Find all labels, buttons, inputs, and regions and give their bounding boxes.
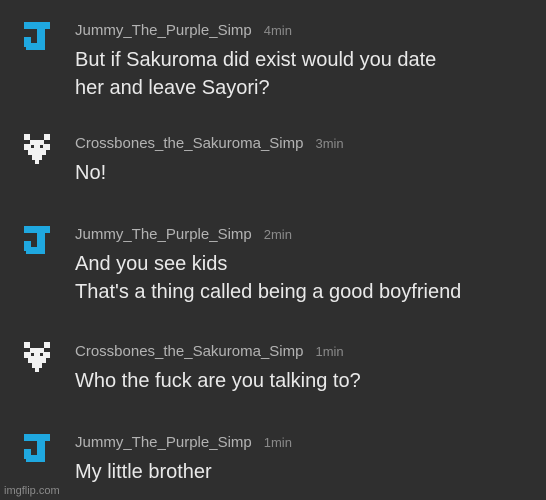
imgflip-watermark: imgflip.com (4, 485, 60, 497)
avatar[interactable] (22, 133, 52, 165)
blue-j-icon (24, 22, 50, 50)
avatar[interactable] (22, 224, 52, 256)
comment-text: But if Sakuroma did exist would you date… (75, 46, 535, 102)
username[interactable]: Jummy_The_Purple_Simp (75, 22, 252, 39)
comment-line: But if Sakuroma did exist would you date (75, 49, 437, 71)
username[interactable]: Jummy_The_Purple_Simp (75, 226, 252, 243)
comment-header: Jummy_The_Purple_Simp 2min (75, 224, 292, 246)
blue-j-icon (24, 226, 50, 254)
white-pixel-heart-icon (24, 342, 50, 372)
comment-text: My little brother (75, 458, 535, 486)
avatar[interactable] (22, 20, 52, 52)
comment-header: Crossbones_the_Sakuroma_Simp 1min (75, 341, 344, 363)
comment-header: Jummy_The_Purple_Simp 4min (75, 20, 292, 42)
comment-line: My little brother (75, 461, 212, 483)
comment-text: Who the fuck are you talking to? (75, 367, 535, 395)
comment-text: No! (75, 159, 535, 187)
comment-header: Jummy_The_Purple_Simp 1min (75, 432, 292, 454)
comment-line: No! (75, 162, 107, 184)
username[interactable]: Jummy_The_Purple_Simp (75, 434, 252, 451)
timestamp: 1min (263, 435, 292, 450)
blue-j-icon (24, 434, 50, 462)
comment-line: That's a thing called being a good boyfr… (75, 281, 462, 303)
username[interactable]: Crossbones_the_Sakuroma_Simp (75, 343, 303, 360)
avatar[interactable] (22, 341, 52, 373)
comment-line: Who the fuck are you talking to? (75, 370, 361, 392)
timestamp: 3min (315, 136, 344, 151)
comment-line: And you see kids (75, 253, 228, 275)
comment-text: And you see kids That's a thing called b… (75, 250, 535, 306)
avatar[interactable] (22, 432, 52, 464)
timestamp: 1min (315, 344, 344, 359)
white-pixel-heart-icon (24, 134, 50, 164)
username[interactable]: Crossbones_the_Sakuroma_Simp (75, 135, 303, 152)
comment-feed: Jummy_The_Purple_Simp 4min But if Sakurom… (0, 0, 546, 500)
timestamp: 4min (263, 23, 292, 38)
comment-line: her and leave Sayori? (75, 77, 270, 99)
timestamp: 2min (263, 227, 292, 242)
comment-header: Crossbones_the_Sakuroma_Simp 3min (75, 133, 344, 155)
